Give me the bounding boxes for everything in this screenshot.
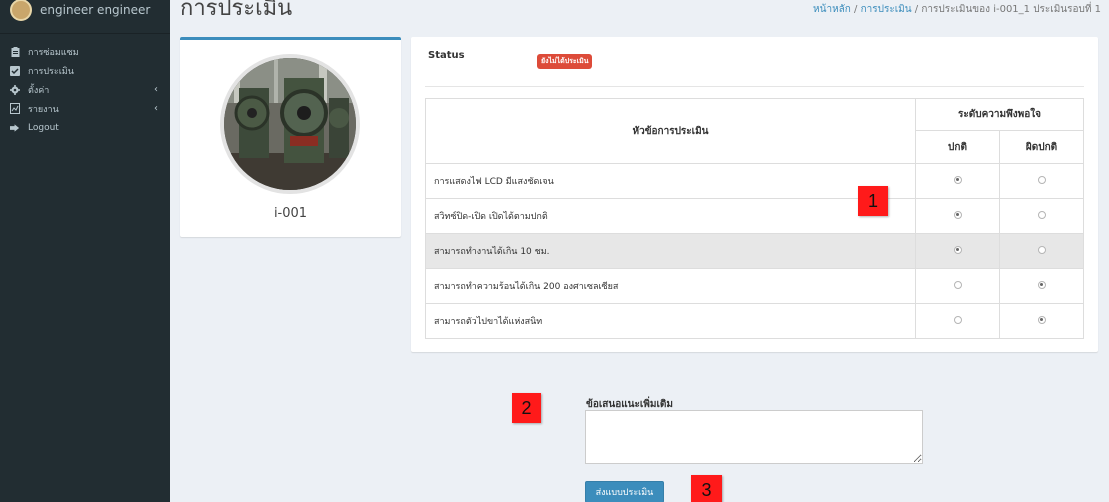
annotation-marker-1: 1 xyxy=(858,186,888,216)
sidebar-item-label: รายงาน xyxy=(28,104,59,115)
sidebar-item-logout[interactable]: Logout xyxy=(0,118,170,137)
breadcrumb-separator: / xyxy=(850,4,861,15)
radio-cell-normal xyxy=(915,198,1000,234)
annotation-marker-3: 3 xyxy=(691,475,722,502)
profile-card: i-001 xyxy=(180,37,401,237)
report-icon xyxy=(10,103,20,114)
submit-evaluation-button[interactable]: ส่งแบบประเมิน xyxy=(585,481,664,502)
avatar xyxy=(10,0,32,21)
sidebar-item-reports[interactable]: รายงาน ‹ xyxy=(0,99,170,118)
radio-cell-abnormal xyxy=(999,163,1084,199)
row-topic: สวิทซ์ปิด-เปิด เปิดได้ตามปกติ xyxy=(425,198,916,234)
chevron-left-icon: ‹ xyxy=(154,103,158,114)
sidebar-item-label: การซ่อมแซม xyxy=(28,47,79,58)
sign-out-icon xyxy=(10,123,20,133)
chevron-left-icon: ‹ xyxy=(154,84,158,95)
sidebar-item-evaluation[interactable]: การประเมิน xyxy=(0,61,170,80)
breadcrumb-section[interactable]: การประเมิน xyxy=(861,4,912,15)
radio-abnormal[interactable] xyxy=(1037,280,1046,289)
radio-normal[interactable] xyxy=(953,315,962,324)
sidebar-item-settings[interactable]: ตั้งค่า ‹ xyxy=(0,80,170,99)
annotation-marker-2: 2 xyxy=(512,393,541,423)
sidebar-item-label: การประเมิน xyxy=(28,66,74,77)
sidebar-item-repair[interactable]: การซ่อมแซม xyxy=(0,42,170,61)
radio-cell-normal xyxy=(915,163,1000,199)
radio-cell-normal xyxy=(915,268,1000,304)
radio-abnormal[interactable] xyxy=(1037,175,1046,184)
radio-cell-abnormal xyxy=(999,233,1084,269)
user-name: engineer engineer xyxy=(40,2,151,17)
radio-normal[interactable] xyxy=(953,175,962,184)
status-label: Status xyxy=(428,50,465,61)
suggestion-textarea[interactable] xyxy=(585,410,923,464)
checkbox-icon xyxy=(10,65,20,76)
radio-cell-abnormal xyxy=(999,198,1084,234)
divider xyxy=(425,86,1084,87)
status-row: Status xyxy=(428,50,465,61)
status-badge: ยังไม่ได้ประเมิน xyxy=(537,54,593,69)
row-topic: สามารถตัวไปขาได้แห่งสนิท xyxy=(425,303,916,339)
table-row: การแสดงไฟ LCD มีแสงชัดเจน xyxy=(425,163,1084,199)
breadcrumb-separator: / xyxy=(911,4,922,15)
header-topic: หัวข้อการประเมิน xyxy=(425,98,916,164)
machine-photo xyxy=(220,54,360,194)
radio-abnormal[interactable] xyxy=(1037,210,1046,219)
header-normal: ปกติ xyxy=(915,130,1000,164)
table-row: สามารถทำงานได้เกิน 10 ชม. xyxy=(425,233,1084,269)
table-row: สามารถทำความร้อนได้เกิน 200 องศาเซลเซียส xyxy=(425,268,1084,304)
evaluation-table: หัวข้อการประเมิน ระดับความพึงพอใจ ปกติ ผ… xyxy=(425,98,1084,339)
radio-abnormal[interactable] xyxy=(1037,315,1046,324)
sidebar-item-label: Logout xyxy=(28,122,59,133)
radio-cell-normal xyxy=(915,233,1000,269)
page-title: การประเมิน xyxy=(180,0,293,21)
radio-normal[interactable] xyxy=(953,210,962,219)
breadcrumb: หน้าหลัก / การประเมิน / การประเมินของ i-… xyxy=(813,2,1101,17)
evaluation-card: Status ยังไม่ได้ประเมิน หัวข้อการประเมิน… xyxy=(411,37,1098,352)
table-row: สามารถตัวไปขาได้แห่งสนิท xyxy=(425,303,1084,339)
row-topic: สามารถทำงานได้เกิน 10 ชม. xyxy=(425,233,916,269)
radio-cell-abnormal xyxy=(999,303,1084,339)
row-topic: สามารถทำความร้อนได้เกิน 200 องศาเซลเซียส xyxy=(425,268,916,304)
sidebar: engineer engineer การซ่อมแซม การประเมิน … xyxy=(0,0,170,502)
radio-abnormal[interactable] xyxy=(1037,245,1046,254)
machine-id: i-001 xyxy=(273,206,308,221)
sidebar-item-label: ตั้งค่า xyxy=(28,85,50,96)
breadcrumb-current: การประเมินของ i-001_1 ประเมินรอบที่ 1 xyxy=(921,4,1101,15)
table-row: สวิทซ์ปิด-เปิด เปิดได้ตามปกติ xyxy=(425,198,1084,234)
user-panel: engineer engineer xyxy=(0,0,170,34)
radio-normal[interactable] xyxy=(953,280,962,289)
radio-cell-normal xyxy=(915,303,1000,339)
header-abnormal: ผิดปกติ xyxy=(999,130,1084,164)
clipboard-icon xyxy=(10,46,20,57)
sidebar-menu: การซ่อมแซม การประเมิน ตั้งค่า ‹ รายงาน ‹ xyxy=(0,42,170,137)
radio-cell-abnormal xyxy=(999,268,1084,304)
radio-normal[interactable] xyxy=(953,245,962,254)
gear-icon xyxy=(10,84,20,95)
breadcrumb-home[interactable]: หน้าหลัก xyxy=(813,4,851,15)
header-satisfaction: ระดับความพึงพอใจ xyxy=(915,98,1084,131)
row-topic: การแสดงไฟ LCD มีแสงชัดเจน xyxy=(425,163,916,199)
